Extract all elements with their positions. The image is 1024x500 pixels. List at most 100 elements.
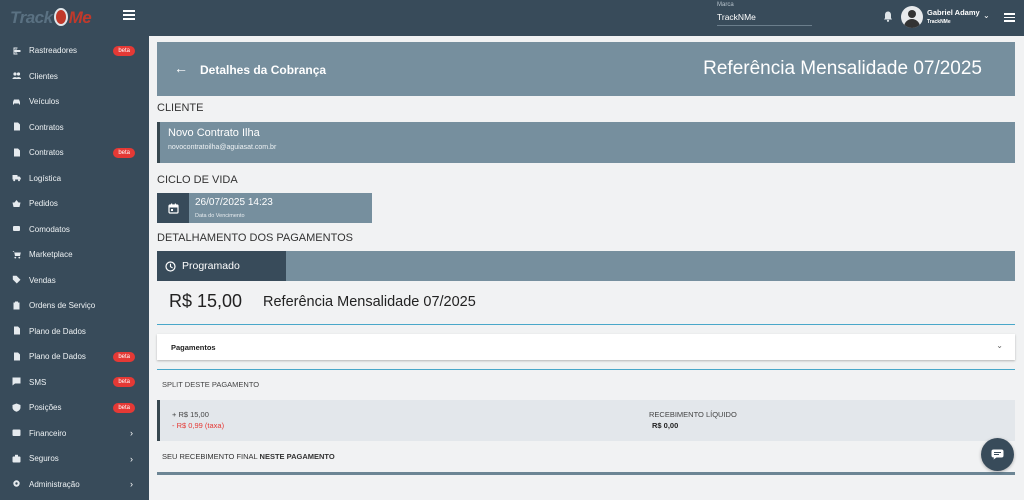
wallet-icon bbox=[12, 428, 22, 438]
sidebar-item-rastreadores[interactable]: Rastreadores beta bbox=[0, 38, 149, 64]
logo-text-right: Me bbox=[68, 8, 92, 27]
payments-section-title: DETALHAMENTO DOS PAGAMENTOS bbox=[157, 232, 353, 244]
chevron-down-icon[interactable]: ⌄ bbox=[983, 11, 990, 20]
client-section-title: CLIENTE bbox=[157, 102, 204, 114]
clock-icon bbox=[165, 260, 176, 272]
main-content: ← Detalhes da Cobrança Referência Mensal… bbox=[157, 42, 1015, 475]
sidebar-item-plano-de-dados[interactable]: Plano de Dados bbox=[0, 319, 149, 345]
client-email: novocontratoilha@aguiasat.com.br bbox=[168, 144, 277, 151]
sidebar-item-administracao[interactable]: Administração › bbox=[0, 472, 149, 498]
sidebar-item-sms[interactable]: SMS beta bbox=[0, 370, 149, 396]
sidebar-item-label: Pedidos bbox=[29, 199, 58, 209]
people-icon bbox=[12, 71, 22, 81]
sidebar-menu-toggle-icon[interactable] bbox=[123, 10, 135, 20]
net-receipt-label: RECEBIMENTO LÍQUIDO bbox=[649, 410, 737, 419]
document-icon bbox=[12, 148, 22, 158]
beta-badge: beta bbox=[113, 147, 135, 158]
split-box: + R$ 15,00 - R$ 0,99 (taxa) RECEBIMENTO … bbox=[157, 400, 1015, 441]
sidebar-item-clientes[interactable]: Clientes bbox=[0, 64, 149, 90]
bottom-bar bbox=[157, 472, 1015, 475]
payment-amount: R$ 15,00 bbox=[169, 291, 243, 311]
sidebar-item-marketplace[interactable]: Marketplace bbox=[0, 242, 149, 268]
sidebar-item-label: Contratos bbox=[29, 148, 64, 158]
sidebar-item-label: Logística bbox=[29, 173, 62, 183]
sidebar-item-vendas[interactable]: Vendas bbox=[0, 268, 149, 294]
sidebar-item-label: Financeiro bbox=[29, 428, 67, 438]
sidebar-item-seguros[interactable]: Seguros › bbox=[0, 446, 149, 472]
beta-badge: beta bbox=[113, 377, 135, 388]
shield-icon bbox=[12, 403, 22, 413]
chevron-right-icon: › bbox=[130, 428, 133, 439]
payments-accordion-title: Pagamentos bbox=[171, 343, 216, 352]
message-icon bbox=[12, 377, 22, 387]
sidebar-item-contratos[interactable]: Contratos beta bbox=[0, 140, 149, 166]
final-receipt-bold: NESTE PAGAMENTO bbox=[259, 452, 335, 461]
page-title: Detalhes da Cobrança bbox=[200, 63, 327, 77]
user-name[interactable]: Gabriel Adamy bbox=[927, 8, 980, 17]
chevron-right-icon: › bbox=[130, 453, 133, 464]
sidebar-item-posicoes[interactable]: Posições beta bbox=[0, 395, 149, 421]
due-date-card: 26/07/2025 14:23 Data do Vencimento bbox=[157, 193, 372, 223]
sidebar-item-label: Plano de Dados bbox=[29, 352, 86, 362]
split-fee: - R$ 0,99 (taxa) bbox=[172, 421, 225, 430]
sidebar-item-label: Posições bbox=[29, 403, 62, 413]
logo-text-left: Track bbox=[10, 8, 53, 27]
sidebar-item-pedidos[interactable]: Pedidos bbox=[0, 191, 149, 217]
brand-select[interactable]: Marca TrackNMe bbox=[717, 2, 812, 26]
brand-value[interactable]: TrackNMe bbox=[717, 12, 812, 26]
tag-icon bbox=[12, 275, 22, 285]
basket-icon bbox=[12, 199, 22, 209]
divider bbox=[157, 369, 1015, 370]
sidebar-item-label: Vendas bbox=[29, 275, 56, 285]
beta-badge: beta bbox=[113, 402, 135, 413]
sidebar-item-label: Ordens de Serviço bbox=[29, 301, 96, 311]
payments-accordion[interactable]: Pagamentos ⌄ bbox=[157, 334, 1015, 360]
divider bbox=[157, 324, 1015, 325]
user-company: TrackNMe bbox=[927, 19, 951, 25]
sidebar-item-veiculos[interactable]: Veículos bbox=[0, 89, 149, 115]
sidebar-item-comodatos[interactable]: Comodatos bbox=[0, 217, 149, 243]
sidebar-item-financeiro[interactable]: Financeiro › bbox=[0, 421, 149, 447]
sidebar-item-label: Plano de Dados bbox=[29, 326, 86, 336]
client-card: Novo Contrato Ilha novocontratoilha@agui… bbox=[157, 122, 1015, 163]
due-date-label: Data do Vencimento bbox=[195, 213, 245, 219]
sidebar-item-label: Contratos bbox=[29, 122, 64, 132]
sidebar-item-label: Marketplace bbox=[29, 250, 73, 260]
status-label: Programado bbox=[182, 260, 240, 272]
chat-button[interactable] bbox=[981, 438, 1014, 471]
chat-icon bbox=[991, 449, 1004, 460]
final-receipt-text: SEU RECEBIMENTO FINAL NESTE PAGAMENTO bbox=[162, 452, 335, 461]
sidebar-item-label: Rastreadores bbox=[29, 46, 78, 56]
chevron-right-icon: › bbox=[130, 479, 133, 490]
calendar-icon bbox=[157, 193, 189, 223]
sidebar-item-label: Comodatos bbox=[29, 224, 70, 234]
logo-pin-icon bbox=[53, 7, 68, 26]
back-arrow-icon[interactable]: ← bbox=[174, 61, 188, 75]
document-icon bbox=[12, 122, 22, 132]
sidebar-item-contratos[interactable]: Contratos bbox=[0, 115, 149, 141]
sidebar-item-plano-de-dados[interactable]: Plano de Dados beta bbox=[0, 344, 149, 370]
final-receipt-prefix: SEU RECEBIMENTO FINAL bbox=[162, 452, 260, 461]
due-date-value: 26/07/2025 14:23 bbox=[195, 197, 273, 208]
cart-icon bbox=[12, 250, 22, 260]
beta-badge: beta bbox=[113, 351, 135, 362]
logo[interactable]: Track Me bbox=[10, 7, 92, 28]
sidebar-item-logistica[interactable]: Logística bbox=[0, 166, 149, 192]
header-reference: Referência Mensalidade 07/2025 bbox=[703, 58, 982, 79]
split-title: SPLIT DESTE PAGAMENTO bbox=[162, 380, 260, 389]
briefcase-icon bbox=[12, 454, 22, 464]
sidebar-item-label: Veículos bbox=[29, 97, 60, 107]
sidebar-item-label: Seguros bbox=[29, 454, 59, 464]
sidebar-item-ordens-de-servico[interactable]: Ordens de Serviço bbox=[0, 293, 149, 319]
net-receipt-value: R$ 0,00 bbox=[652, 421, 679, 430]
truck-icon bbox=[12, 173, 22, 183]
menu-icon[interactable] bbox=[1004, 13, 1015, 24]
page-header: ← Detalhes da Cobrança Referência Mensal… bbox=[157, 42, 1015, 96]
payment-reference: Referência Mensalidade 07/2025 bbox=[263, 294, 476, 310]
sidebar: Track Me Rastreadores beta Clientes Veículos… bbox=[0, 0, 149, 500]
chevron-down-icon[interactable]: ⌄ bbox=[996, 341, 1003, 350]
status-bar: Programado bbox=[157, 251, 1015, 281]
brand-label: Marca bbox=[717, 2, 734, 8]
bell-icon[interactable] bbox=[883, 11, 893, 22]
avatar[interactable] bbox=[901, 6, 923, 28]
